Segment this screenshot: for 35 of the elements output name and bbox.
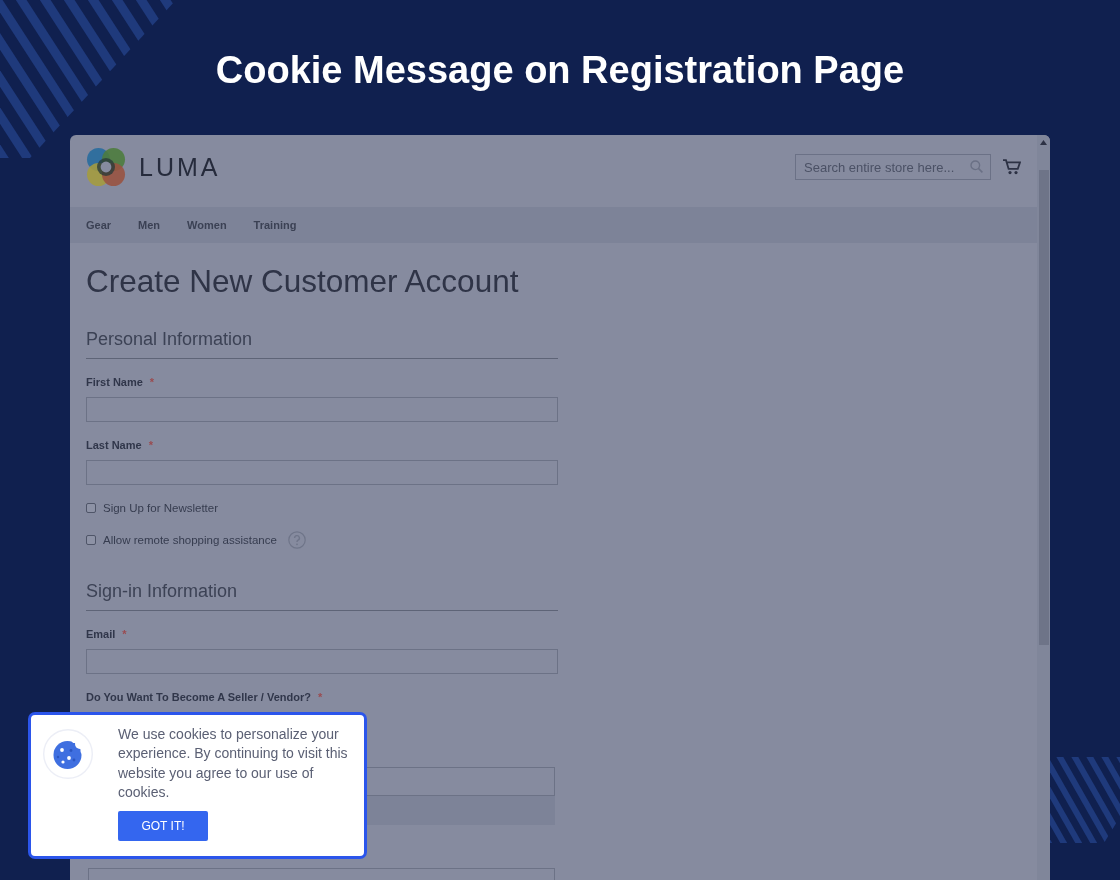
nav-link[interactable]: Men [138, 218, 161, 232]
field-label: First Name [86, 375, 143, 389]
scrollbar-thumb[interactable] [1038, 170, 1049, 645]
section-title: Personal Information [86, 328, 253, 351]
logo-icon[interactable] [86, 147, 126, 187]
cookie-icon [43, 729, 93, 779]
nav-link[interactable]: Gear [86, 218, 112, 232]
page-heading: Cookie Message on Registration Page [215, 48, 905, 92]
cart-icon[interactable] [1003, 159, 1021, 175]
required-mark: * [148, 438, 153, 452]
field-label: Last Name [86, 438, 142, 452]
search-field[interactable]: Search entire store here... [795, 154, 991, 180]
text-input-field[interactable] [86, 460, 558, 485]
checkbox-label: Allow remote shopping assistance [103, 533, 277, 547]
cookie-message: We use cookies to personalize your experience. By continuing to visit this website you agree to our use of cookies. [118, 725, 349, 802]
question-label: Do You Want To Become A Seller / Vendor? [86, 690, 311, 704]
scroll-up-arrow-icon[interactable] [1040, 140, 1047, 145]
checkbox[interactable] [86, 503, 96, 513]
search-icon[interactable] [970, 160, 983, 173]
checkbox[interactable] [86, 535, 96, 545]
field-label: Email [86, 627, 116, 641]
store-logo-text[interactable]: LUMA [139, 152, 221, 182]
required-mark: * [122, 627, 127, 641]
text-input-field[interactable] [86, 649, 558, 674]
nav-link[interactable]: Training [253, 218, 297, 232]
section-title: Sign-in Information [86, 580, 238, 603]
required-mark: * [317, 690, 323, 704]
got-it-button[interactable]: GOT IT! [118, 811, 208, 842]
required-mark: * [149, 375, 155, 389]
page-title: Create New Customer Account [86, 262, 519, 301]
nav-link[interactable]: Women [187, 218, 227, 232]
checkbox-label: Sign Up for Newsletter [103, 501, 219, 515]
text-input-field[interactable] [365, 767, 555, 796]
scrollbar-track[interactable] [1037, 135, 1050, 880]
text-input-field[interactable] [86, 397, 558, 422]
